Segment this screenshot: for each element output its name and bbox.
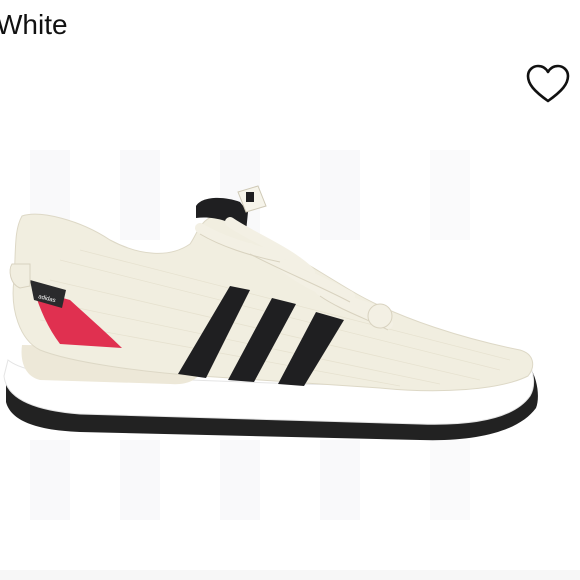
tongue-label xyxy=(246,192,254,202)
page-footer-strip xyxy=(0,570,580,580)
heart-outline-icon xyxy=(526,64,570,103)
product-page: White adidas xyxy=(0,0,580,580)
favorite-button[interactable] xyxy=(522,60,574,108)
product-image: adidas xyxy=(3,150,538,520)
product-title: White xyxy=(0,9,68,40)
lace-eye xyxy=(367,303,393,329)
